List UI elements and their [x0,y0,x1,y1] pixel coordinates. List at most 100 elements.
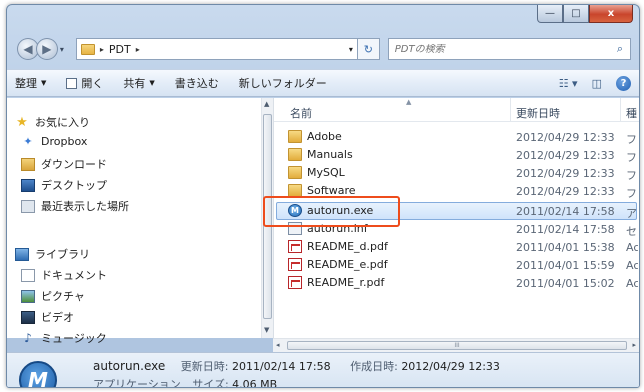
scroll-right-arrow[interactable]: ▸ [632,341,636,349]
sidebar-item-music[interactable]: ♪ ミュージック [21,330,107,346]
scroll-grip: III [454,342,460,349]
share-label: 共有 [123,77,146,90]
libraries-icon [15,247,29,261]
horizontal-scrollbar[interactable]: ◂ III ▸ [273,338,639,352]
table-row[interactable]: Adobe 2012/04/29 12:33 フ [274,128,639,146]
pdf-icon [288,276,302,289]
file-type: Ac [626,277,638,290]
burn-button[interactable]: 書き込む [175,75,219,91]
table-row[interactable]: README_r.pdf 2011/04/01 15:02 Ac [274,274,639,292]
breadcrumb-separator[interactable]: ▸ [100,45,104,54]
open-button[interactable]: 開く [66,75,103,91]
address-row: ◀ ▶ ▾ ▸ PDT ▸ ▾ ↻ ⌕ [17,37,632,61]
table-row[interactable]: README_e.pdf 2011/04/01 15:59 Ac [274,256,639,274]
caption-buttons: — □ x [537,5,633,23]
pdf-icon [288,258,302,271]
file-date: 2011/02/14 17:58 [516,223,615,236]
scroll-down-arrow[interactable]: ▼ [264,326,269,334]
sidebar-item-desktop[interactable]: デスクトップ [21,177,107,193]
details-line-2: アプリケーション サイズ: 4.06 MB [93,376,278,388]
breadcrumb-separator[interactable]: ▸ [136,45,140,54]
sort-icon: ▲ [406,98,412,106]
details-size-label: サイズ: [192,378,229,388]
file-type: フ [626,133,637,146]
dropbox-icon: ✦ [23,135,33,148]
recent-places-icon [21,199,35,213]
file-date: 2011/04/01 15:02 [516,277,615,290]
file-type: フ [626,187,637,200]
sidebar-item-videos[interactable]: ビデオ [21,309,74,325]
sidebar-item-label: ピクチャ [41,290,85,303]
minimize-button[interactable]: — [537,5,563,23]
sidebar-item-label: デスクトップ [41,179,107,192]
help-icon[interactable]: ? [616,75,631,91]
file-date: 2011/02/14 17:58 [516,205,615,218]
scroll-left-arrow[interactable]: ◂ [276,341,280,349]
star-icon: ★ [16,114,28,130]
sidebar-item-pictures[interactable]: ピクチャ [21,288,85,304]
search-input[interactable] [394,43,611,55]
organize-button[interactable]: 整理 ▼ [15,75,46,91]
file-date: 2012/04/29 12:33 [516,185,615,198]
new-folder-button[interactable]: 新しいフォルダー [239,75,327,91]
file-name: Adobe [307,130,342,143]
file-type: ア [626,207,637,220]
forward-button[interactable]: ▶ [35,38,58,60]
details-line-1: autorun.exe 更新日時: 2011/02/14 17:58 作成日時:… [93,358,500,374]
column-divider[interactable] [510,98,511,122]
pictures-icon [21,289,35,303]
details-type: アプリケーション [93,378,181,388]
details-modified-value: 2011/02/14 17:58 [231,360,331,373]
sidebar-item-recent-places[interactable]: 最近表示した場所 [21,198,129,214]
column-header: 名前 ▲ 更新日時 種 [274,98,639,122]
details-pane: M autorun.exe 更新日時: 2011/02/14 17:58 作成日… [7,352,639,387]
sidebar-item-dropbox[interactable]: ✦ Dropbox [21,135,87,148]
scroll-thumb[interactable]: III [287,341,627,350]
folder-icon [80,43,95,55]
sidebar-libraries[interactable]: ライブラリ [15,246,90,262]
address-bar[interactable]: ▸ PDT ▸ ▾ [75,38,358,60]
folder-icon [288,130,302,143]
share-button[interactable]: 共有 ▼ [123,75,154,91]
table-row[interactable]: Manuals 2012/04/29 12:33 フ [274,146,639,164]
breadcrumb-pdt[interactable]: PDT [109,43,131,56]
details-size-value: 4.06 MB [232,378,278,388]
preview-pane-icon[interactable]: ◫ [592,77,602,90]
sidebar-favorites-label: お気に入り [35,116,90,129]
sidebar-item-documents[interactable]: ドキュメント [21,267,107,283]
sidebar-item-label: ミュージック [41,332,107,345]
sidebar-libraries-label: ライブラリ [35,248,90,261]
refresh-button[interactable]: ↻ [357,38,380,60]
scroll-up-arrow[interactable]: ▲ [264,100,269,108]
address-dropdown[interactable]: ▾ [349,45,357,54]
file-name: README_r.pdf [307,276,385,289]
search-icon[interactable]: ⌕ [610,42,630,56]
file-type: フ [626,151,637,164]
column-name[interactable]: 名前 [290,105,312,121]
autorun-app-icon: M [19,361,57,387]
sidebar-item-label: ビデオ [41,311,74,324]
file-date: 2012/04/29 12:33 [516,167,615,180]
table-row[interactable]: README_d.pdf 2011/04/01 15:38 Ac [274,238,639,256]
downloads-icon [21,157,35,171]
views-icon[interactable]: ☷ ▾ [559,77,578,90]
column-date[interactable]: 更新日時 [516,105,560,121]
sidebar-item-label: ドキュメント [41,269,107,282]
file-name: README_d.pdf [307,240,388,253]
column-divider[interactable] [620,98,621,122]
folder-icon [288,148,302,161]
close-button[interactable]: x [589,5,633,23]
file-date: 2012/04/29 12:33 [516,131,615,144]
file-date: 2011/04/01 15:38 [516,241,615,254]
maximize-button[interactable]: □ [563,5,589,23]
details-modified-label: 更新日時: [180,360,229,373]
column-type[interactable]: 種 [626,105,637,121]
file-type: フ [626,169,637,182]
videos-icon [21,310,35,324]
sidebar-favorites[interactable]: ★ お気に入り [15,114,90,130]
open-icon [66,77,78,89]
details-created-label: 作成日時: [350,360,398,373]
table-row[interactable]: MySQL 2012/04/29 12:33 フ [274,164,639,182]
sidebar-item-downloads[interactable]: ダウンロード [21,156,107,172]
history-dropdown[interactable]: ▾ [60,45,70,54]
